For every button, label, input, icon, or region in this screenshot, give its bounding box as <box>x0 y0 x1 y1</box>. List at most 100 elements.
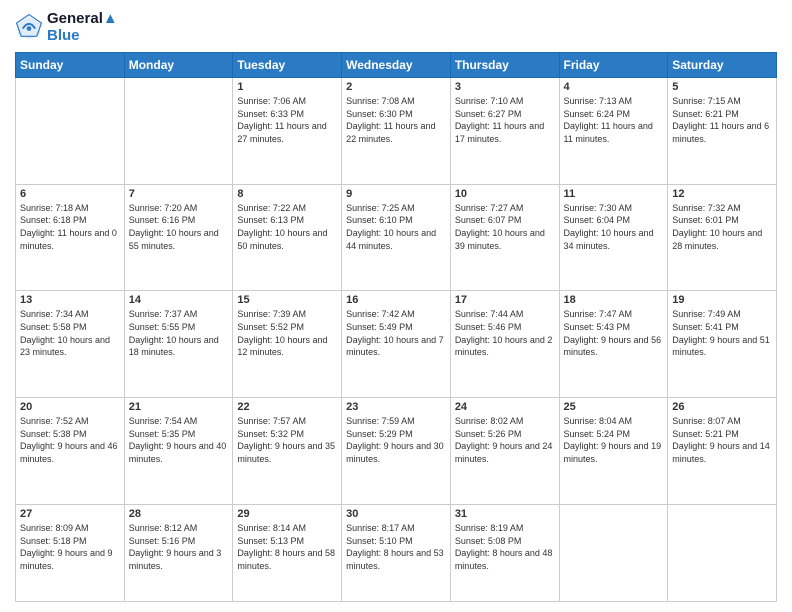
calendar-cell: 31 Sunrise: 8:19 AM Sunset: 5:08 PM Dayli… <box>450 504 559 601</box>
calendar-cell: 27 Sunrise: 8:09 AM Sunset: 5:18 PM Dayli… <box>16 504 125 601</box>
day-number: 25 <box>564 401 664 413</box>
cell-info: Sunrise: 7:10 AM Sunset: 6:27 PM Dayligh… <box>455 95 555 145</box>
calendar-cell: 23Sunrise: 7:59 AM Sunset: 5:29 PM Dayli… <box>342 398 451 505</box>
cell-info: Sunrise: 8:07 AM Sunset: 5:21 PM Dayligh… <box>672 415 772 465</box>
day-number: 14 <box>129 294 229 306</box>
logo-icon <box>15 13 43 41</box>
day-number: 9 <box>346 188 446 200</box>
cell-info: Sunrise: 8:09 AM Sunset: 5:18 PM Dayligh… <box>20 522 120 572</box>
cell-info: Sunrise: 8:19 AM Sunset: 5:08 PM Dayligh… <box>455 522 555 572</box>
day-number: 30 <box>346 508 446 520</box>
day-number: 26 <box>672 401 772 413</box>
cell-info: Sunrise: 7:20 AM Sunset: 6:16 PM Dayligh… <box>129 202 229 252</box>
day-number: 20 <box>20 401 120 413</box>
cell-info: Sunrise: 7:49 AM Sunset: 5:41 PM Dayligh… <box>672 308 772 358</box>
calendar-cell: 21 Sunrise: 7:54 AM Sunset: 5:35 PM Dayli… <box>124 398 233 505</box>
weekday-header-tuesday: Tuesday <box>233 53 342 78</box>
cell-info: Sunrise: 7:27 AM Sunset: 6:07 PM Dayligh… <box>455 202 555 252</box>
calendar-cell: 10 Sunrise: 7:27 AM Sunset: 6:07 PM Dayli… <box>450 184 559 291</box>
day-number: 21 <box>129 401 229 413</box>
cell-info: Sunrise: 7:44 AM Sunset: 5:46 PM Dayligh… <box>455 308 555 358</box>
cell-info: Sunrise: 7:18 AM Sunset: 6:18 PM Dayligh… <box>20 202 120 252</box>
day-number: 7 <box>129 188 229 200</box>
cell-info: Sunrise: 7:32 AM Sunset: 6:01 PM Dayligh… <box>672 202 772 252</box>
cell-info: Sunrise: 7:30 AM Sunset: 6:04 PM Dayligh… <box>564 202 664 252</box>
day-number: 8 <box>237 188 337 200</box>
calendar-cell: 2 Sunrise: 7:08 AM Sunset: 6:30 PM Daylig… <box>342 78 451 185</box>
day-number: 22 <box>237 401 337 413</box>
day-number: 10 <box>455 188 555 200</box>
weekday-header-saturday: Saturday <box>668 53 777 78</box>
calendar-cell: 24 Sunrise: 8:02 AM Sunset: 5:26 PM Dayli… <box>450 398 559 505</box>
cell-info: Sunrise: 7:15 AM Sunset: 6:21 PM Dayligh… <box>672 95 772 145</box>
logo-text: General▲ Blue <box>47 10 118 44</box>
calendar-cell: 5Sunrise: 7:15 AM Sunset: 6:21 PM Daylig… <box>668 78 777 185</box>
cell-info: Sunrise: 8:14 AM Sunset: 5:13 PM Dayligh… <box>237 522 337 572</box>
calendar-week-3: 13Sunrise: 7:34 AM Sunset: 5:58 PM Dayli… <box>16 291 777 398</box>
weekday-header-monday: Monday <box>124 53 233 78</box>
day-number: 3 <box>455 81 555 93</box>
calendar-cell: 3 Sunrise: 7:10 AM Sunset: 6:27 PM Daylig… <box>450 78 559 185</box>
weekday-header-wednesday: Wednesday <box>342 53 451 78</box>
cell-info: Sunrise: 7:37 AM Sunset: 5:55 PM Dayligh… <box>129 308 229 358</box>
cell-info: Sunrise: 7:08 AM Sunset: 6:30 PM Dayligh… <box>346 95 446 145</box>
day-number: 6 <box>20 188 120 200</box>
day-number: 24 <box>455 401 555 413</box>
cell-info: Sunrise: 7:06 AM Sunset: 6:33 PM Dayligh… <box>237 95 337 145</box>
calendar-cell: 12 Sunrise: 7:32 AM Sunset: 6:01 PM Dayli… <box>668 184 777 291</box>
weekday-header-friday: Friday <box>559 53 668 78</box>
weekday-header-thursday: Thursday <box>450 53 559 78</box>
calendar-week-4: 20 Sunrise: 7:52 AM Sunset: 5:38 PM Dayli… <box>16 398 777 505</box>
calendar-cell <box>559 504 668 601</box>
calendar-cell <box>16 78 125 185</box>
calendar-cell: 16Sunrise: 7:42 AM Sunset: 5:49 PM Dayli… <box>342 291 451 398</box>
calendar-week-1: 1Sunrise: 7:06 AM Sunset: 6:33 PM Daylig… <box>16 78 777 185</box>
page: General▲ Blue SundayMondayTuesdayWednesd… <box>0 0 792 612</box>
cell-info: Sunrise: 7:25 AM Sunset: 6:10 PM Dayligh… <box>346 202 446 252</box>
calendar-week-2: 6 Sunrise: 7:18 AM Sunset: 6:18 PM Daylig… <box>16 184 777 291</box>
day-number: 15 <box>237 294 337 306</box>
cell-info: Sunrise: 7:39 AM Sunset: 5:52 PM Dayligh… <box>237 308 337 358</box>
day-number: 4 <box>564 81 664 93</box>
calendar-cell <box>124 78 233 185</box>
calendar-cell: 28Sunrise: 8:12 AM Sunset: 5:16 PM Dayli… <box>124 504 233 601</box>
calendar-cell: 20 Sunrise: 7:52 AM Sunset: 5:38 PM Dayli… <box>16 398 125 505</box>
day-number: 28 <box>129 508 229 520</box>
calendar-cell: 17Sunrise: 7:44 AM Sunset: 5:46 PM Dayli… <box>450 291 559 398</box>
calendar-cell: 1Sunrise: 7:06 AM Sunset: 6:33 PM Daylig… <box>233 78 342 185</box>
cell-info: Sunrise: 7:54 AM Sunset: 5:35 PM Dayligh… <box>129 415 229 465</box>
calendar-cell: 11 Sunrise: 7:30 AM Sunset: 6:04 PM Dayli… <box>559 184 668 291</box>
calendar-cell: 19 Sunrise: 7:49 AM Sunset: 5:41 PM Dayli… <box>668 291 777 398</box>
calendar-cell: 25Sunrise: 8:04 AM Sunset: 5:24 PM Dayli… <box>559 398 668 505</box>
day-number: 11 <box>564 188 664 200</box>
day-number: 19 <box>672 294 772 306</box>
cell-info: Sunrise: 7:57 AM Sunset: 5:32 PM Dayligh… <box>237 415 337 465</box>
calendar-cell: 9 Sunrise: 7:25 AM Sunset: 6:10 PM Daylig… <box>342 184 451 291</box>
calendar-cell: 22 Sunrise: 7:57 AM Sunset: 5:32 PM Dayli… <box>233 398 342 505</box>
day-number: 12 <box>672 188 772 200</box>
calendar-cell: 8Sunrise: 7:22 AM Sunset: 6:13 PM Daylig… <box>233 184 342 291</box>
cell-info: Sunrise: 7:34 AM Sunset: 5:58 PM Dayligh… <box>20 308 120 358</box>
header: General▲ Blue <box>15 10 777 44</box>
calendar-cell: 13Sunrise: 7:34 AM Sunset: 5:58 PM Dayli… <box>16 291 125 398</box>
weekday-header-row: SundayMondayTuesdayWednesdayThursdayFrid… <box>16 53 777 78</box>
day-number: 2 <box>346 81 446 93</box>
cell-info: Sunrise: 7:52 AM Sunset: 5:38 PM Dayligh… <box>20 415 120 465</box>
calendar-cell: 29Sunrise: 8:14 AM Sunset: 5:13 PM Dayli… <box>233 504 342 601</box>
calendar-cell: 14 Sunrise: 7:37 AM Sunset: 5:55 PM Dayli… <box>124 291 233 398</box>
cell-info: Sunrise: 8:02 AM Sunset: 5:26 PM Dayligh… <box>455 415 555 465</box>
day-number: 16 <box>346 294 446 306</box>
calendar-cell <box>668 504 777 601</box>
calendar-cell: 6 Sunrise: 7:18 AM Sunset: 6:18 PM Daylig… <box>16 184 125 291</box>
calendar-cell: 30Sunrise: 8:17 AM Sunset: 5:10 PM Dayli… <box>342 504 451 601</box>
logo: General▲ Blue <box>15 10 118 44</box>
calendar-cell: 26 Sunrise: 8:07 AM Sunset: 5:21 PM Dayli… <box>668 398 777 505</box>
day-number: 27 <box>20 508 120 520</box>
calendar-cell: 15 Sunrise: 7:39 AM Sunset: 5:52 PM Dayli… <box>233 291 342 398</box>
calendar-table: SundayMondayTuesdayWednesdayThursdayFrid… <box>15 52 777 602</box>
cell-info: Sunrise: 7:13 AM Sunset: 6:24 PM Dayligh… <box>564 95 664 145</box>
day-number: 31 <box>455 508 555 520</box>
cell-info: Sunrise: 7:47 AM Sunset: 5:43 PM Dayligh… <box>564 308 664 358</box>
cell-info: Sunrise: 7:59 AM Sunset: 5:29 PM Dayligh… <box>346 415 446 465</box>
calendar-cell: 4 Sunrise: 7:13 AM Sunset: 6:24 PM Daylig… <box>559 78 668 185</box>
